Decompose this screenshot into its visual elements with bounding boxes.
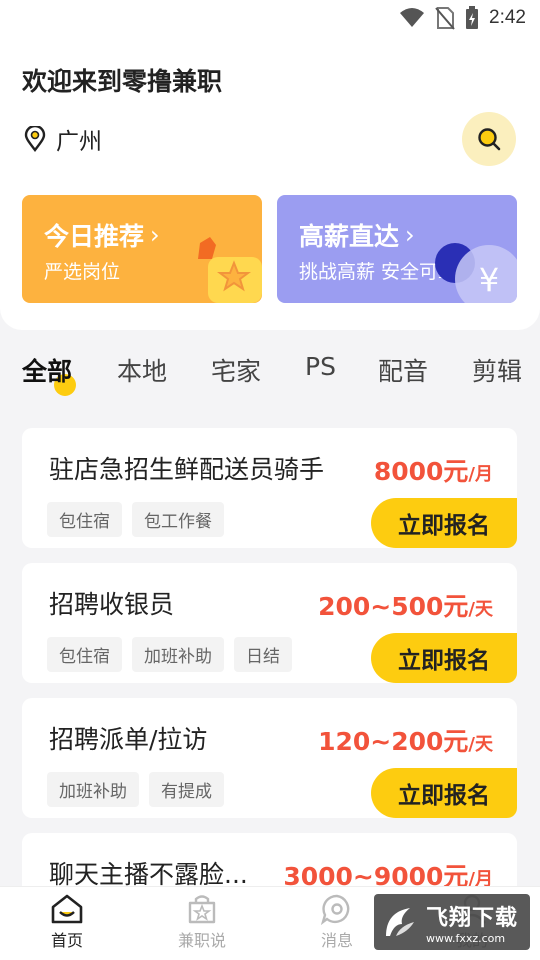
job-pay: 120~200元/天 (318, 722, 493, 758)
job-tags: 加班补助 有提成 (47, 772, 224, 807)
wifi-icon (400, 8, 425, 27)
status-time: 2:42 (489, 7, 526, 28)
tab-editing[interactable]: 剪辑 (472, 352, 522, 388)
pay-amount: 200~500元 (318, 592, 469, 621)
tab-label: 全部 (22, 357, 73, 386)
chevron-right-icon: › (405, 221, 415, 249)
search-button[interactable] (462, 112, 516, 166)
job-tags: 包住宿 包工作餐 (47, 502, 224, 537)
status-bar: 2:42 (0, 0, 540, 36)
location-pin-icon (24, 126, 46, 152)
apply-button[interactable]: 立即报名 (371, 498, 517, 548)
watermark-logo-icon (386, 908, 414, 936)
tab-home[interactable]: 宅家 (211, 352, 261, 388)
promo-title-text: 今日推荐 (44, 222, 145, 251)
search-icon (478, 128, 501, 151)
promo-subtitle: 严选岗位 (44, 261, 121, 283)
job-title: 驻店急招生鲜配送员骑手 (49, 455, 325, 484)
promo-card-recommend[interactable]: 今日推荐 › 严选岗位 (22, 195, 262, 303)
nav-label: 首页 (50, 931, 83, 950)
nav-home[interactable]: 首页 (27, 893, 107, 951)
tab-dubbing[interactable]: 配音 (378, 352, 428, 388)
location-selector[interactable]: 广州 (24, 122, 102, 156)
tab-local[interactable]: 本地 (117, 352, 167, 388)
pay-unit: /天 (468, 599, 493, 620)
pay-unit: /天 (468, 734, 493, 755)
watermark-brand: 飞翔下载 (426, 905, 519, 931)
job-tag: 有提成 (149, 772, 224, 807)
job-card[interactable]: 招聘派单/拉访 120~200元/天 加班补助 有提成 立即报名 (22, 698, 517, 818)
job-tag: 加班补助 (47, 772, 139, 807)
nav-label: 消息 (320, 931, 353, 950)
watermark-text: 飞翔下载 www.fxxz.com (426, 900, 518, 945)
location-city: 广州 (56, 129, 102, 155)
job-card[interactable]: 招聘收银员 200~500元/天 包住宿 加班补助 日结 立即报名 (22, 563, 517, 683)
job-tag: 加班补助 (132, 637, 224, 672)
job-title: 招聘派单/拉访 (49, 725, 208, 754)
svg-text:¥: ¥ (479, 261, 499, 299)
battery-icon (466, 6, 479, 29)
nav-messages[interactable]: 消息 (297, 893, 377, 951)
nav-label: 兼职说 (177, 931, 226, 950)
category-tabs: 全部 本地 宅家 PS 配音 剪辑 (0, 352, 540, 396)
header-panel: 欢迎来到零撸兼职 广州 今日推荐 › 严选岗位 高薪直达 › 挑战高薪 安全可靠 (0, 36, 540, 330)
yuan-coin-icon: ¥ (435, 243, 517, 303)
status-icons: 2:42 (399, 6, 526, 30)
pay-amount: 120~200元 (318, 727, 469, 756)
job-title: 招聘收银员 (49, 590, 175, 619)
promo-title: 高薪直达 › (299, 217, 415, 253)
job-tag: 包住宿 (47, 637, 122, 672)
thumbs-up-star-icon (198, 237, 262, 303)
chevron-right-icon: › (150, 221, 160, 249)
home-icon (51, 894, 83, 924)
tab-ps[interactable]: PS (305, 352, 336, 381)
pay-unit: /月 (468, 464, 493, 485)
watermark: 飞翔下载 www.fxxz.com (374, 894, 530, 950)
message-icon (320, 894, 350, 925)
promo-title: 今日推荐 › (44, 217, 160, 253)
promo-title-text: 高薪直达 (299, 222, 400, 251)
job-tag: 包住宿 (47, 502, 122, 537)
promo-card-high-pay[interactable]: 高薪直达 › 挑战高薪 安全可靠 ¥ (277, 195, 517, 303)
apply-button[interactable]: 立即报名 (371, 768, 517, 818)
no-sim-icon (435, 7, 455, 30)
job-tags: 包住宿 加班补助 日结 (47, 637, 292, 672)
job-card[interactable]: 驻店急招生鲜配送员骑手 8000元/月 包住宿 包工作餐 立即报名 (22, 428, 517, 548)
job-tag: 包工作餐 (132, 502, 224, 537)
star-bag-icon (188, 895, 216, 924)
watermark-url: www.fxxz.com (426, 931, 506, 945)
welcome-title: 欢迎来到零撸兼职 (22, 67, 223, 96)
pay-amount: 8000元 (373, 457, 469, 486)
tab-all[interactable]: 全部 (22, 352, 76, 396)
apply-button[interactable]: 立即报名 (371, 633, 517, 683)
nav-parttime-talk[interactable]: 兼职说 (162, 893, 242, 951)
job-tag: 日结 (234, 637, 292, 672)
job-pay: 200~500元/天 (318, 587, 493, 623)
job-pay: 8000元/月 (374, 452, 493, 488)
